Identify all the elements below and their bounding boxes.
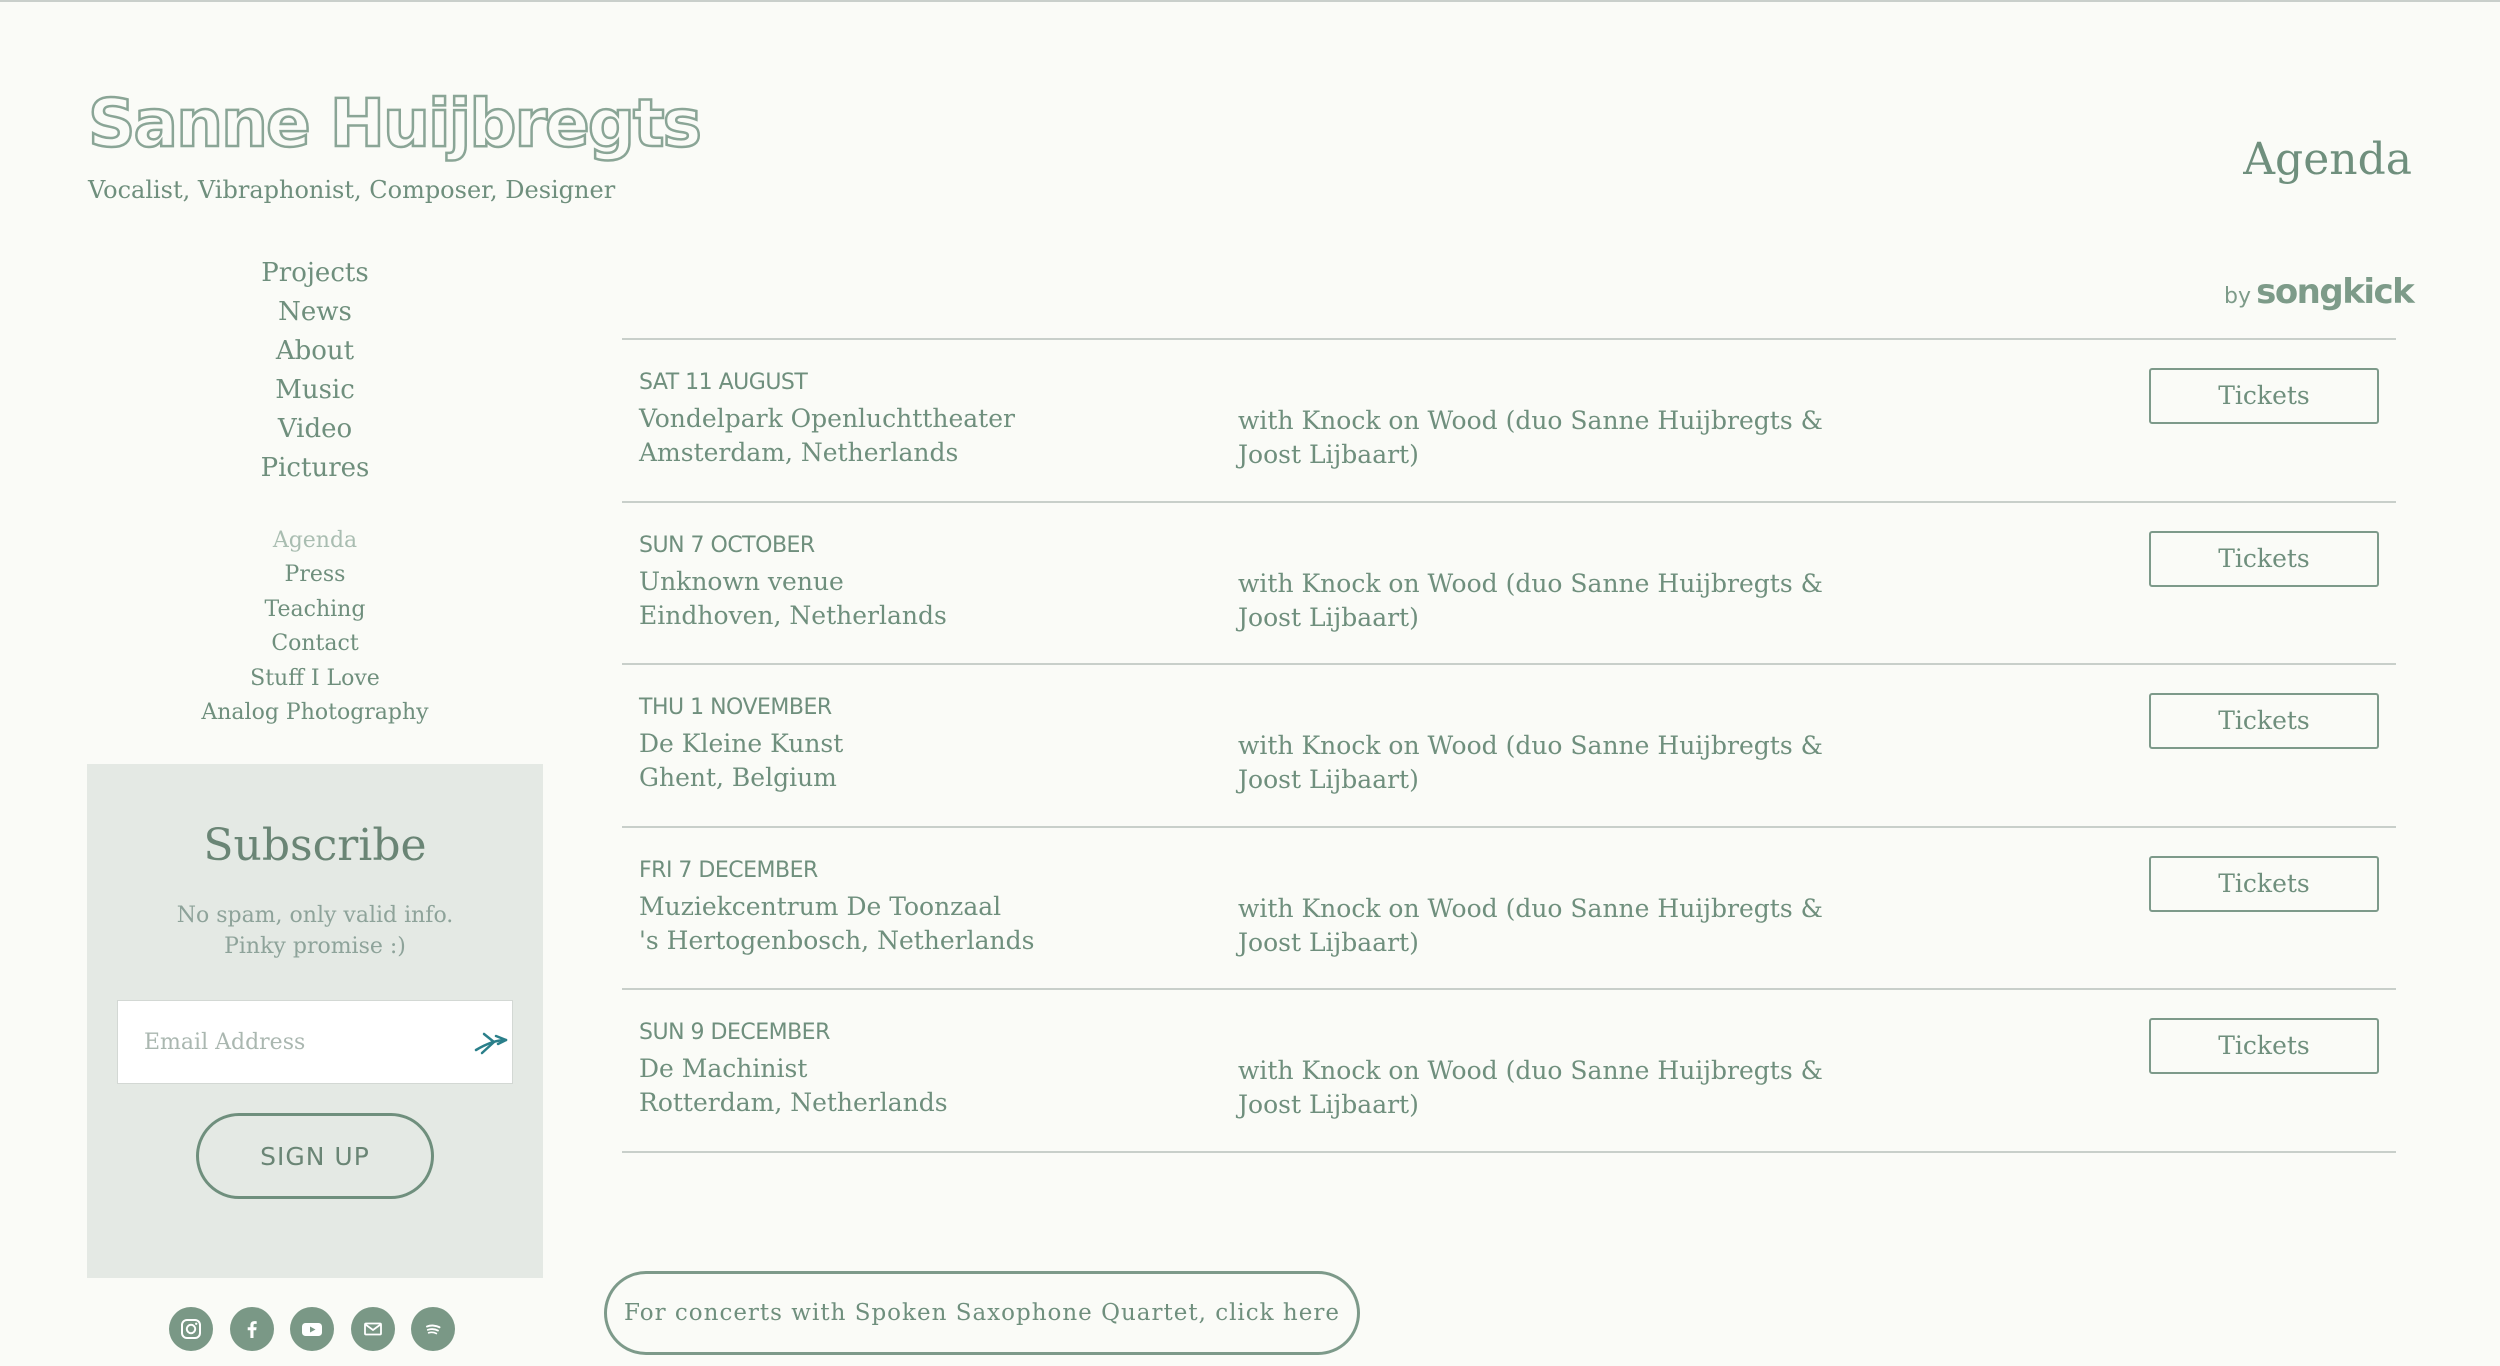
email-field-container (117, 1000, 513, 1084)
event-row: THU 1 NOVEMBER De Kleine Kunst Ghent, Be… (622, 665, 2396, 828)
site-title[interactable]: Sanne Huijbregts (87, 82, 703, 166)
event-row: SUN 7 OCTOBER Unknown venue Eindhoven, N… (622, 503, 2396, 665)
email-input[interactable] (118, 1001, 458, 1083)
nav-item-news[interactable]: News (88, 293, 542, 332)
event-row: FRI 7 DECEMBER Muziekcentrum De Toonzaal… (622, 828, 2396, 990)
tickets-button[interactable]: Tickets (2149, 368, 2379, 424)
nav-item-music[interactable]: Music (88, 371, 542, 410)
nav-item-video[interactable]: Video (88, 410, 542, 449)
nav-item-contact[interactable]: Contact (88, 627, 542, 661)
page-title: Agenda (2243, 134, 2412, 185)
event-date: SUN 9 DECEMBER (639, 1020, 830, 1045)
email-icon[interactable] (350, 1307, 395, 1351)
event-lineup: with Knock on Wood (duo Sanne Huijbregts… (1238, 568, 1823, 632)
subscribe-panel: Subscribe No spam, only valid info. Pink… (87, 764, 543, 1278)
event-venue[interactable]: Unknown venue (639, 567, 844, 596)
secondary-nav: Agenda Press Teaching Contact Stuff I Lo… (88, 524, 542, 730)
event-date: SUN 7 OCTOBER (639, 532, 815, 558)
social-links (169, 1307, 455, 1351)
sign-up-button[interactable]: SIGN UP (196, 1113, 434, 1199)
event-date: FRI 7 DECEMBER (639, 857, 818, 883)
spotify-icon[interactable] (411, 1307, 455, 1351)
event-venue[interactable]: De Kleine Kunst (639, 729, 843, 758)
tickets-button[interactable]: Tickets (2149, 855, 2379, 912)
instagram-icon[interactable] (169, 1307, 213, 1351)
event-venue[interactable]: Muziekcentrum De Toonzaal (639, 892, 1001, 921)
subscribe-description: No spam, only valid info. Pinky promise … (87, 900, 543, 962)
tickets-button[interactable]: Tickets (2149, 1018, 2379, 1074)
event-row: SAT 11 AUGUST Vondelpark Openluchttheate… (622, 340, 2396, 503)
event-city: Rotterdam, Netherlands (639, 1088, 948, 1117)
songkick-logo: songkick (2256, 272, 2415, 312)
primary-nav: Projects News About Music Video Pictures (88, 254, 542, 488)
event-venue[interactable]: De Machinist (639, 1054, 807, 1083)
tickets-button[interactable]: Tickets (2149, 530, 2379, 587)
spoken-saxophone-quartet-button[interactable]: For concerts with Spoken Saxophone Quart… (604, 1271, 1360, 1355)
event-date: SAT 11 AUGUST (639, 370, 808, 395)
youtube-icon[interactable] (290, 1307, 334, 1351)
nav-item-about[interactable]: About (88, 332, 542, 371)
subscribe-title: Subscribe (203, 820, 427, 871)
event-city: Ghent, Belgium (639, 763, 837, 792)
subscribe-line-2: Pinky promise :) (224, 934, 406, 959)
nav-item-projects[interactable]: Projects (88, 254, 542, 293)
event-city: Eindhoven, Netherlands (639, 600, 947, 630)
nav-item-analog-photography[interactable]: Analog Photography (88, 696, 542, 730)
send-arrow-icon[interactable] (472, 1024, 512, 1060)
site-brand[interactable]: Sanne Huijbregts Vocalist, Vibraphonist,… (87, 82, 703, 204)
songkick-by-label: by (2224, 284, 2251, 309)
event-lineup: with Knock on Wood (duo Sanne Huijbregts… (1238, 893, 1823, 957)
nav-item-pictures[interactable]: Pictures (88, 449, 542, 488)
event-date: THU 1 NOVEMBER (639, 695, 832, 720)
subscribe-line-1: No spam, only valid info. (176, 903, 454, 928)
event-venue[interactable]: Vondelpark Openluchttheater (639, 404, 1015, 433)
event-city: Amsterdam, Netherlands (639, 438, 959, 467)
tickets-button[interactable]: Tickets (2149, 693, 2379, 749)
songkick-badge[interactable]: by songkick (2224, 272, 2415, 312)
event-city: 's Hertogenbosch, Netherlands (639, 925, 1035, 955)
top-divider (0, 0, 2500, 2)
nav-item-press[interactable]: Press (88, 558, 542, 592)
event-lineup: with Knock on Wood (duo Sanne Huijbregts… (1238, 1056, 1823, 1119)
event-list: SAT 11 AUGUST Vondelpark Openluchttheate… (622, 338, 2396, 1153)
event-lineup: with Knock on Wood (duo Sanne Huijbregts… (1238, 406, 1823, 469)
nav-item-teaching[interactable]: Teaching (88, 593, 542, 627)
nav-item-stuff-i-love[interactable]: Stuff I Love (88, 662, 542, 696)
event-lineup: with Knock on Wood (duo Sanne Huijbregts… (1238, 731, 1823, 794)
facebook-icon[interactable] (229, 1307, 274, 1351)
site-subtitle: Vocalist, Vibraphonist, Composer, Design… (88, 176, 616, 204)
nav-item-agenda[interactable]: Agenda (88, 524, 542, 558)
event-row: SUN 9 DECEMBER De Machinist Rotterdam, N… (622, 990, 2396, 1153)
